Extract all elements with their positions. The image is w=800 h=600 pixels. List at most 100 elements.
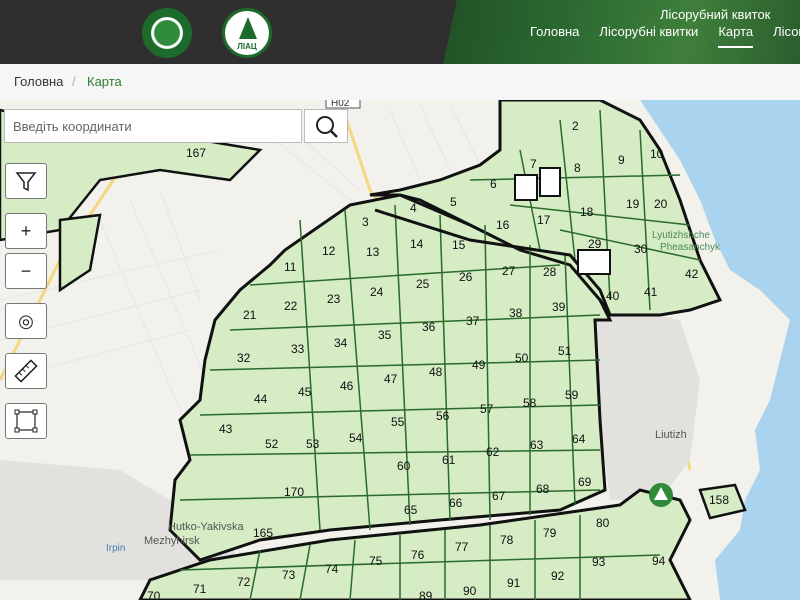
plot-label: 30 [634,242,648,256]
plot-label: 19 [626,197,640,211]
zoom-out-button[interactable]: − [5,253,47,289]
map-view[interactable]: 2 7 8 9 10 6 4 5 3 16 17 18 19 20 29 30 … [0,100,800,600]
plot-label: 25 [416,277,430,291]
plot-label: 56 [436,409,450,423]
plot-label: 165 [253,526,273,540]
search-icon [316,116,338,138]
plot-label: 36 [422,320,436,334]
plot-label: 55 [391,415,405,429]
plot-label: 6 [490,177,497,191]
plot-label: 72 [237,575,251,589]
plot-label: 42 [685,267,699,281]
building-c [577,249,611,275]
plot-label: 21 [243,308,257,322]
liac-logo-text: ЛІАЦ [237,42,257,51]
plot-label: 68 [536,482,550,496]
zoom-in-button[interactable]: + [5,213,47,249]
plot-label: 27 [502,264,516,278]
site-title: Лісорубний квиток [660,7,771,22]
place-liutizh: Liutizh [655,429,687,441]
plot-label: 2 [572,119,579,133]
place-lyutizhshche: Lyutizhshche [652,230,710,241]
filter-button[interactable] [5,163,47,199]
plot-label: 5 [450,195,457,209]
plot-label: 40 [606,289,620,303]
plot-label: 79 [543,526,557,540]
plot-label: 43 [219,422,233,436]
plot-label: 3 [362,215,369,229]
plot-label: 37 [466,314,480,328]
plot-label: 41 [644,285,658,299]
plot-label: 167 [186,146,206,160]
plot-label: 12 [322,244,336,258]
plot-label: 53 [306,437,320,451]
settlement-liutizh [590,300,700,500]
select-area-icon [14,409,38,433]
nav-map[interactable]: Карта [718,24,754,48]
search-input[interactable] [11,110,295,142]
measure-button[interactable] [5,353,47,389]
breadcrumb-home[interactable]: Головна [14,64,63,100]
plot-label: 78 [500,533,514,547]
plot-label: 64 [572,432,586,446]
plot-label: 20 [654,197,668,211]
plot-label: 66 [449,496,463,510]
plot-label: 45 [298,385,312,399]
plot-label: 32 [237,351,251,365]
plot-label: 76 [411,548,425,562]
plot-label: 70 [147,589,161,600]
nav-home[interactable]: Головна [530,24,579,48]
plot-label: 17 [537,213,551,227]
plot-label: 90 [463,584,477,598]
select-area-button[interactable] [5,403,47,439]
place-mezhyhirsk: Mezhyhirsk [144,535,200,547]
place-irpin: Irpin [106,543,125,554]
plot-label: 34 [334,336,348,350]
plot-label: 35 [378,328,392,342]
plot-label: 158 [709,493,729,507]
map-canvas: 2 7 8 9 10 6 4 5 3 16 17 18 19 20 29 30 … [0,100,800,600]
plot-label: 71 [193,582,207,596]
plot-label: 44 [254,392,268,406]
search-button[interactable] [304,109,348,143]
liac-logo[interactable]: ЛІАЦ [222,8,272,58]
plot-label: 39 [552,300,566,314]
plot-label: 8 [574,161,581,175]
plot-label: 170 [284,485,304,499]
plot-label: 92 [551,569,565,583]
locate-button[interactable]: ◎ [5,303,47,339]
plot-label: 13 [366,245,380,259]
place-pheasanchyk: Pheasanchyk [660,242,721,253]
plot-label: 51 [558,344,572,358]
plot-label: 61 [442,453,456,467]
plot-label: 57 [480,402,494,416]
nav-tickets[interactable]: Лісорубні квитки [599,24,698,48]
plot-label: 9 [618,153,625,167]
plot-label: 91 [507,576,521,590]
plot-label: 22 [284,299,298,313]
plot-label: 93 [592,555,606,569]
breadcrumb: Головна / Карта [0,64,800,101]
tree-icon [239,17,257,39]
plot-label: 7 [530,157,537,171]
plot-label: 80 [596,516,610,530]
plot-label: 52 [265,437,279,451]
plot-label: 4 [410,201,417,215]
plot-label: 10 [650,147,664,161]
plot-label: 23 [327,292,341,306]
plot-label: 63 [530,438,544,452]
nav-forest[interactable]: Лісові [773,24,800,48]
plot-label: 16 [496,218,510,232]
place-hutko: Hutko-Yakivska [168,521,244,533]
main-nav: Головна Лісорубні квитки Карта Лісові [530,24,800,48]
forest-agency-logo[interactable] [142,8,192,58]
plot-label: 48 [429,365,443,379]
plot-label: 54 [349,431,363,445]
plot-label: 73 [282,568,296,582]
plot-label: 89 [419,589,433,600]
plot-label: 11 [284,260,297,274]
plot-label: 18 [580,205,594,219]
plot-label: 65 [404,503,418,517]
plot-label: 49 [472,358,486,372]
building-a [514,174,538,201]
